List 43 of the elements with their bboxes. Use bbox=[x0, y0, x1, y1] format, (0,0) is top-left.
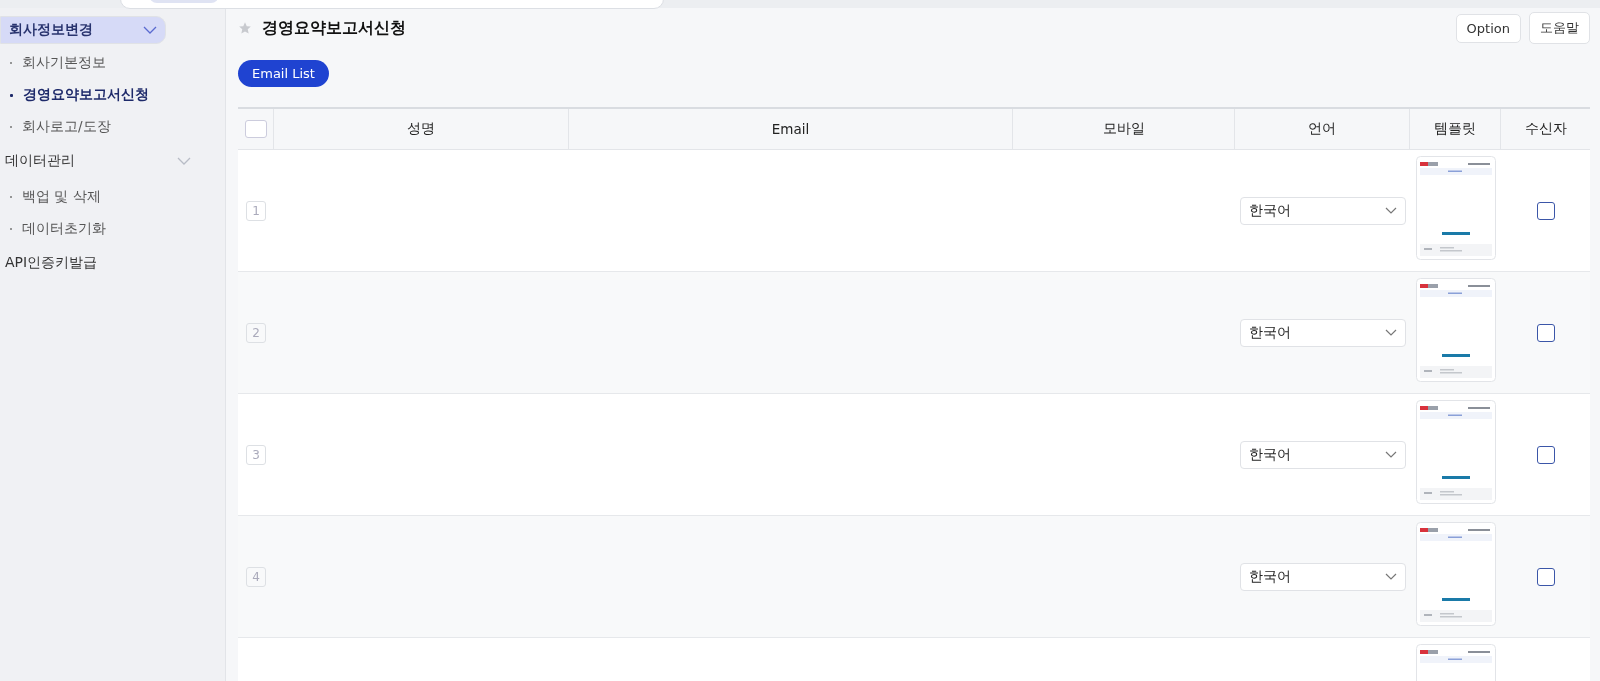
chevron-icon bbox=[177, 157, 191, 165]
recipient-checkbox[interactable] bbox=[1536, 445, 1555, 464]
language-select[interactable]: 한국어 bbox=[1239, 196, 1406, 225]
bullet-icon bbox=[10, 93, 13, 97]
chevron-icon bbox=[1384, 207, 1397, 214]
column-header: 수신자 bbox=[1524, 120, 1567, 138]
column-header: 언어 bbox=[1308, 120, 1336, 138]
row-number: 1 bbox=[246, 200, 266, 221]
select-all-checkbox[interactable] bbox=[244, 120, 267, 138]
header-button[interactable]: Option bbox=[1455, 13, 1521, 43]
template-thumbnail-drawing[interactable] bbox=[1415, 522, 1496, 626]
template-thumbnail-drawing[interactable] bbox=[1415, 278, 1496, 382]
header-button[interactable]: 도움말 bbox=[1529, 12, 1590, 44]
sidebar-item[interactable]: 경영요약보고서신청 bbox=[0, 80, 225, 110]
column-header: 템플릿 bbox=[1434, 120, 1476, 138]
row-number: 2 bbox=[246, 322, 266, 343]
page-title: 경영요약보고서신청 bbox=[262, 17, 406, 39]
column-header: 모바일 bbox=[1102, 120, 1145, 138]
chevron-icon bbox=[1384, 329, 1397, 336]
row-number: 3 bbox=[246, 444, 266, 465]
recipient-checkbox[interactable] bbox=[1536, 201, 1555, 220]
recipient-checkbox[interactable] bbox=[1536, 567, 1555, 586]
language-select[interactable]: 한국어 bbox=[1239, 562, 1406, 591]
sidebar-item[interactable]: 회사로고/도장 bbox=[0, 112, 225, 142]
language-select[interactable]: 한국어 bbox=[1239, 440, 1406, 469]
sidebar-group[interactable]: 데이터관리 bbox=[0, 144, 213, 178]
template-thumbnail-drawing[interactable] bbox=[1415, 156, 1496, 260]
sidebar-item[interactable]: 백업 및 삭제 bbox=[0, 182, 225, 212]
email-list-button[interactable]: Email List bbox=[238, 60, 329, 87]
column-header: 성명 bbox=[407, 120, 435, 138]
star-icon[interactable] bbox=[238, 21, 252, 35]
column-header: Email bbox=[771, 121, 810, 137]
sidebar-item[interactable]: 데이터초기화 bbox=[0, 214, 225, 244]
chevron-icon bbox=[1384, 451, 1397, 458]
sidebar-group[interactable]: API인증키발급 bbox=[0, 246, 213, 280]
chevron-icon bbox=[143, 26, 157, 34]
row-number: 4 bbox=[246, 566, 266, 587]
sidebar-group[interactable]: 회사정보변경 bbox=[0, 16, 166, 44]
chevron-icon bbox=[1384, 573, 1397, 580]
sidebar-item[interactable]: 회사기본정보 bbox=[0, 48, 225, 78]
recipient-checkbox[interactable] bbox=[1536, 323, 1555, 342]
language-select[interactable]: 한국어 bbox=[1239, 318, 1406, 347]
template-thumbnail-drawing[interactable] bbox=[1415, 400, 1496, 504]
